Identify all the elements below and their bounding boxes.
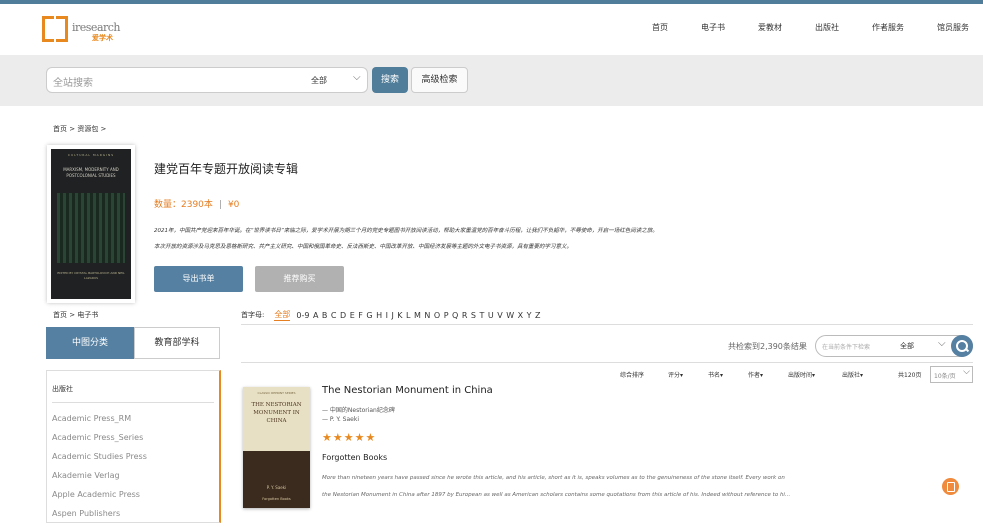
book-publisher[interactable]: Forgotten Books <box>322 453 387 462</box>
alphabet-letter[interactable]: R <box>462 311 468 320</box>
top-accent-line <box>0 0 983 4</box>
sort-title[interactable]: 书名▾ <box>708 370 723 379</box>
publisher-item[interactable]: Academic Press_RM <box>52 413 147 432</box>
page-count: 共120页 <box>898 372 922 379</box>
cover-series: CULTURAL MARGINS <box>67 153 115 157</box>
alphabet-letter[interactable]: I <box>386 311 388 320</box>
alphabet-letter[interactable]: 0-9 <box>296 311 309 320</box>
alphabet-letter[interactable]: Z <box>535 311 540 320</box>
book-description: More than nineteen years have passed sin… <box>322 475 791 498</box>
publisher-item[interactable]: Apple Academic Press <box>52 489 147 508</box>
filter-scope-select[interactable]: 全部 <box>900 341 914 351</box>
publisher-list: Academic Press_RM Academic Press_Series … <box>52 413 147 527</box>
site-logo[interactable]: iresearch 爱学术 <box>40 14 130 44</box>
collection-meta: 数量：2390本 | ¥0 <box>154 200 240 210</box>
nav-author-service[interactable]: 作者服务 <box>872 22 904 33</box>
collection-title: 建党百年专题开放阅读专辑 <box>154 162 299 176</box>
search-scope-select[interactable]: 全部 <box>311 75 327 86</box>
advanced-search-button[interactable]: 高级检索 <box>411 67 468 93</box>
tab-education-discipline[interactable]: 教育部学科 <box>134 327 220 359</box>
sort-pubdate[interactable]: 出版时间▾ <box>788 370 815 379</box>
cover-editors: EDITED BY CRYSTAL BARTOLOVICH AND NEIL L… <box>57 271 125 280</box>
alphabet-letter[interactable]: H <box>376 311 382 320</box>
collection-description: 2021年，中国共产党迎来百年华诞。在“世界读书日”来临之际，爱学术开展为期三个… <box>154 228 658 250</box>
collection-count: 数量：2390本 <box>154 200 213 210</box>
nav-textbook[interactable]: 爱教材 <box>758 22 782 33</box>
book-cover[interactable]: CLASSIC REPRINT SERIES THE NESTORIAN MON… <box>243 387 310 508</box>
alphabet-letter[interactable]: Y <box>527 311 532 320</box>
sort-publisher[interactable]: 出版社▾ <box>842 370 863 379</box>
sort-comprehensive[interactable]: 综合排序 <box>620 370 644 379</box>
publisher-item[interactable]: Aspen Publishers <box>52 508 147 527</box>
search-placeholder: 全站搜索 <box>53 78 93 89</box>
per-page-select[interactable]: 10条/页 ⌵ <box>930 366 973 383</box>
book-title[interactable]: The Nestorian Monument in China <box>322 385 493 396</box>
alphabet-letter[interactable]: P <box>444 311 449 320</box>
breadcrumb-ebook[interactable]: 首页 > 电子书 <box>53 310 98 320</box>
cover-image <box>57 193 125 263</box>
alphabet-letter[interactable]: S <box>471 311 476 320</box>
alphabet-label: 首字母: <box>241 311 265 319</box>
feedback-icon[interactable] <box>942 478 959 495</box>
alphabet-letter[interactable]: O <box>434 311 440 320</box>
publisher-item[interactable]: Academic Press_Series <box>52 432 147 451</box>
alphabet-letter[interactable]: M <box>414 311 421 320</box>
result-count: 共检索到2,390条结果 <box>728 342 807 351</box>
nav-publisher[interactable]: 出版社 <box>815 22 839 33</box>
alphabet-letter[interactable]: V <box>497 311 502 320</box>
export-list-button[interactable]: 导出书单 <box>154 266 243 292</box>
rating-stars: ★★★★★ <box>322 431 377 444</box>
alphabet-letter[interactable]: G <box>366 311 372 320</box>
alphabet-letter[interactable]: J <box>391 311 393 320</box>
publisher-filter-panel: 出版社 Academic Press_RM Academic Press_Ser… <box>46 370 221 523</box>
book-subtitle: — 中国的Nestorian纪念碑 <box>322 407 395 414</box>
alphabet-filter: 首字母: 全部 0-9 A B C D E F G H I J K L M N O P Q R S T U V W X Y Z <box>241 309 544 321</box>
collection-cover: CULTURAL MARGINS MARXISM, MODERNITY AND … <box>47 145 135 303</box>
publisher-item[interactable]: Akademie Verlag <box>52 470 147 489</box>
sort-rating[interactable]: 评分▾ <box>668 370 683 379</box>
alphabet-letter[interactable]: B <box>322 311 328 320</box>
nav-ebook[interactable]: 电子书 <box>701 22 725 33</box>
search-button[interactable]: 搜索 <box>372 67 408 93</box>
logo-subtext: 爱学术 <box>92 34 113 42</box>
alphabet-letter[interactable]: W <box>506 311 514 320</box>
main-nav: 首页 电子书 爱教材 出版社 作者服务 馆员服务 <box>619 22 969 33</box>
alphabet-letter[interactable]: C <box>331 311 337 320</box>
publisher-heading: 出版社 <box>52 385 73 393</box>
alphabet-letter[interactable]: N <box>424 311 430 320</box>
alphabet-letter[interactable]: X <box>518 311 523 320</box>
chevron-down-icon[interactable]: ⌵ <box>353 72 361 83</box>
search-input[interactable]: 全站搜索 全部 ⌵ <box>46 67 368 93</box>
cover-title: MARXISM, MODERNITY AND POSTCOLONIAL STUD… <box>63 167 119 178</box>
chevron-down-icon[interactable]: ⌵ <box>938 338 946 349</box>
alphabet-letter[interactable]: T <box>479 311 484 320</box>
alphabet-all[interactable]: 全部 <box>274 309 291 321</box>
alphabet-letter[interactable]: F <box>358 311 363 320</box>
alphabet-letter[interactable]: A <box>313 311 318 320</box>
sort-author[interactable]: 作者▾ <box>748 370 763 379</box>
alphabet-letter[interactable]: D <box>340 311 346 320</box>
alphabet-letter[interactable]: U <box>488 311 494 320</box>
result-filter-search[interactable]: 在当前条件下检索 全部 ⌵ <box>815 335 973 357</box>
search-band: 全站搜索 全部 ⌵ 搜索 高级检索 <box>0 55 983 106</box>
collection-price: ¥0 <box>227 200 240 210</box>
nav-home[interactable]: 首页 <box>652 22 668 33</box>
alphabet-letter[interactable]: L <box>406 311 410 320</box>
nav-librarian-service[interactable]: 馆员服务 <box>937 22 969 33</box>
breadcrumb[interactable]: 首页 > 资源包 > <box>53 124 106 134</box>
recommend-purchase-button[interactable]: 推荐购买 <box>255 266 344 292</box>
publisher-item[interactable]: Academic Studies Press <box>52 451 147 470</box>
tab-chinese-classification[interactable]: 中图分类 <box>46 327 134 359</box>
book-author[interactable]: — P. Y. Saeki <box>322 416 359 423</box>
alphabet-letter[interactable]: K <box>397 311 402 320</box>
alphabet-letter[interactable]: Q <box>452 311 458 320</box>
alphabet-letter[interactable]: E <box>350 311 355 320</box>
filter-placeholder: 在当前条件下检索 <box>822 344 871 351</box>
search-icon[interactable] <box>951 335 973 357</box>
chevron-down-icon[interactable]: ⌵ <box>963 367 970 377</box>
logo-book-icon <box>40 14 70 44</box>
